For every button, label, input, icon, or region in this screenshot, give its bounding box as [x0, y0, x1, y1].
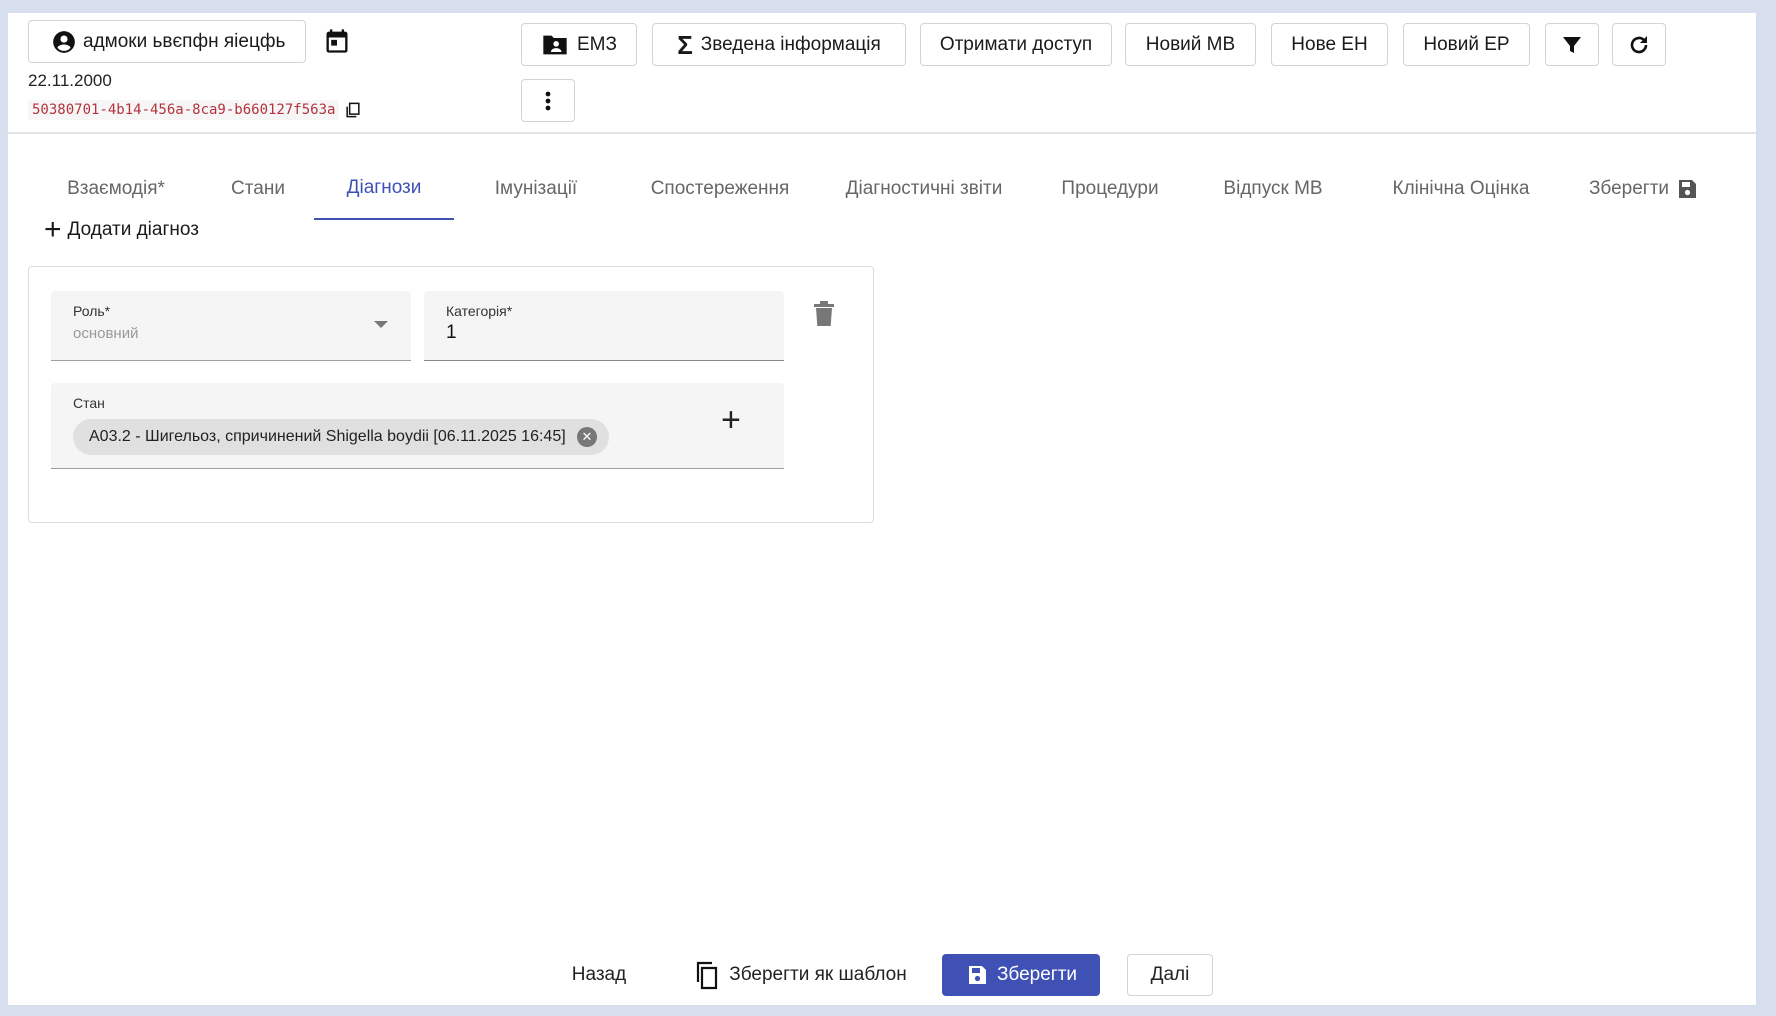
copy-template-icon	[697, 961, 718, 990]
plus-icon: +	[44, 213, 62, 246]
tab-immunizations[interactable]: Імунізації	[473, 158, 599, 220]
sigma-icon: Σ	[677, 29, 693, 60]
save-icon	[968, 966, 986, 984]
calendar-button[interactable]	[322, 26, 352, 56]
refresh-button[interactable]	[1612, 23, 1666, 66]
save-template-button[interactable]: Зберегти як шаблон	[684, 954, 916, 996]
new-eh-label: Нове ЕН	[1291, 33, 1368, 55]
tab-label: Відпуск МВ	[1223, 178, 1323, 199]
more-button[interactable]	[521, 79, 575, 122]
tab-save[interactable]: Зберегти	[1584, 158, 1704, 220]
more-vertical-icon	[545, 91, 551, 110]
tab-label: Процедури	[1061, 178, 1159, 199]
diagnosis-card: Роль* основний Категорія* 1 Стан A03.2 -…	[28, 266, 874, 523]
summary-button[interactable]: Σ Зведена інформація	[652, 23, 906, 66]
add-diagnosis-button[interactable]: + Додати діагноз	[44, 213, 199, 246]
patient-id-row: 50380701-4b14-456a-8ca9-b660127f563a	[28, 100, 363, 120]
tab-label: Взаємодія*	[67, 178, 165, 199]
new-eh-button[interactable]: Нове ЕН	[1271, 23, 1388, 66]
tab-observations[interactable]: Спостереження	[626, 158, 814, 220]
condition-label: Стан	[73, 395, 105, 411]
back-label: Назад	[571, 964, 627, 985]
role-select[interactable]: Роль* основний	[51, 291, 411, 361]
folder-account-icon	[543, 35, 567, 54]
condition-field[interactable]: Стан A03.2 - Шигельоз, спричинений Shige…	[51, 383, 784, 469]
tab-label: Спостереження	[650, 178, 790, 199]
tab-label: Стани	[231, 178, 285, 199]
patient-id: 50380701-4b14-456a-8ca9-b660127f563a	[28, 100, 340, 120]
tab-procedures[interactable]: Процедури	[1048, 158, 1172, 220]
tab-label: Клінічна Оцінка	[1392, 178, 1530, 199]
tab-diagnostic-reports[interactable]: Діагностичні звіти	[834, 158, 1014, 220]
birth-date: 22.11.2000	[28, 71, 112, 90]
get-access-label: Отримати доступ	[939, 33, 1093, 55]
role-label: Роль*	[73, 303, 111, 319]
refresh-icon	[1630, 35, 1648, 53]
tab-label: Діагностичні звіти	[845, 178, 1003, 199]
delete-diagnosis-button[interactable]	[813, 301, 835, 327]
save-icon	[1679, 180, 1697, 198]
save-button[interactable]: Зберегти	[942, 954, 1100, 996]
next-button[interactable]: Далі	[1127, 954, 1213, 996]
account-circle-icon	[53, 30, 75, 53]
new-mv-button[interactable]: Новий МВ	[1125, 23, 1256, 66]
tab-mv-dispense[interactable]: Відпуск МВ	[1215, 158, 1331, 220]
get-access-button[interactable]: Отримати доступ	[920, 23, 1112, 66]
tab-label: Зберегти	[1588, 178, 1670, 199]
next-label: Далі	[1150, 964, 1190, 985]
trash-icon	[814, 301, 834, 326]
role-value: основний	[73, 325, 139, 342]
new-mv-label: Новий МВ	[1145, 33, 1236, 55]
add-condition-icon[interactable]: +	[721, 401, 741, 440]
tab-clinical-assessment[interactable]: Клінічна Оцінка	[1378, 158, 1544, 220]
category-value: 1	[446, 322, 457, 343]
filter-icon	[1563, 36, 1581, 53]
new-er-label: Новий ЕР	[1423, 33, 1510, 55]
calendar-icon	[326, 29, 348, 53]
category-field[interactable]: Категорія* 1	[424, 291, 784, 361]
add-diagnosis-label: Додати діагноз	[67, 219, 199, 240]
save-label: Зберегти	[996, 964, 1078, 985]
tab-interaction[interactable]: Взаємодія*	[48, 158, 184, 220]
tab-label: Діагнози	[346, 177, 422, 198]
emz-label: ЕМЗ	[577, 33, 617, 55]
patient-button[interactable]: адмоки ьвєпфн яіецфь	[28, 20, 306, 63]
patient-name: адмоки ьвєпфн яіецфь	[83, 30, 286, 52]
copy-icon	[346, 102, 361, 118]
new-er-button[interactable]: Новий ЕР	[1403, 23, 1530, 66]
category-label: Категорія*	[446, 303, 513, 319]
chevron-down-icon	[374, 321, 388, 328]
tab-conditions[interactable]: Стани	[213, 158, 303, 220]
emz-button[interactable]: ЕМЗ	[521, 23, 637, 66]
tab-label: Імунізації	[494, 178, 578, 199]
filter-button[interactable]	[1545, 23, 1599, 66]
chip-remove-icon[interactable]: ✕	[577, 427, 597, 447]
summary-label: Зведена інформація	[700, 33, 881, 55]
tab-diagnoses[interactable]: Діагнози	[314, 158, 454, 220]
condition-chip[interactable]: A03.2 - Шигельоз, спричинений Shigella b…	[73, 419, 609, 455]
back-button[interactable]: Назад	[558, 954, 640, 996]
save-template-label: Зберегти як шаблон	[729, 964, 907, 985]
header-separator	[8, 132, 1756, 134]
app-window: адмоки ьвєпфн яіецфь 22.11.2000 50380701…	[8, 13, 1756, 1005]
copy-id-button[interactable]	[343, 100, 363, 120]
condition-chip-label: A03.2 - Шигельоз, спричинений Shigella b…	[89, 428, 566, 445]
